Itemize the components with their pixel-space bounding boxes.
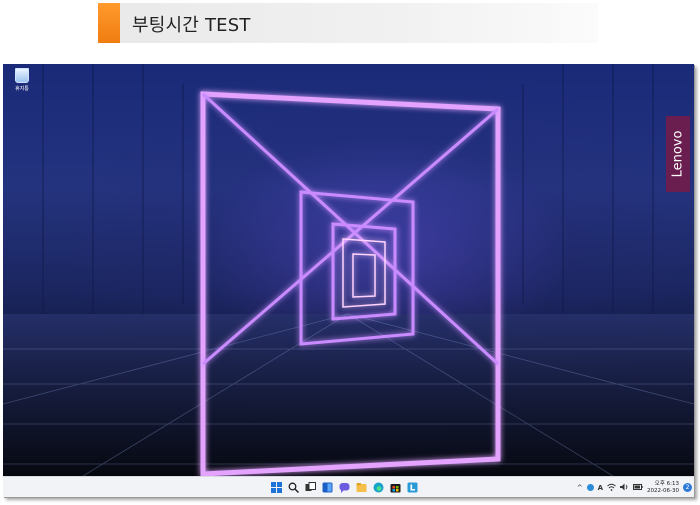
neon-corridor-art (3, 64, 694, 476)
file-explorer-icon[interactable] (354, 480, 368, 494)
ime-indicator[interactable]: A (598, 484, 603, 492)
desktop-wallpaper: 휴지통 Lenovo (3, 64, 694, 476)
battery-icon[interactable] (633, 483, 643, 492)
recycle-bin-icon (15, 68, 29, 83)
header-accent-bar (98, 3, 120, 43)
edge-icon[interactable] (371, 480, 385, 494)
wifi-icon[interactable] (607, 483, 616, 493)
volume-icon[interactable] (620, 483, 629, 493)
chevron-up-icon[interactable]: ^ (577, 484, 583, 492)
windows-start-icon[interactable] (269, 480, 283, 494)
store-icon[interactable] (388, 480, 402, 494)
clock-date: 2022-06-30 (647, 487, 679, 494)
lenovo-brand-badge: Lenovo (666, 116, 690, 192)
recycle-bin-shortcut[interactable]: 휴지통 (11, 68, 33, 92)
section-header: 부팅시간 TEST (98, 3, 598, 43)
task-view-icon[interactable] (303, 480, 317, 494)
recycle-bin-label: 휴지통 (15, 86, 29, 92)
clock-time: 오후 6:13 (654, 480, 679, 487)
taskbar-apps (269, 480, 419, 495)
header-title: 부팅시간 TEST (132, 15, 251, 36)
notification-badge[interactable]: 2 (683, 483, 692, 492)
widgets-icon[interactable] (320, 480, 334, 494)
lenovo-logo-text: Lenovo (670, 130, 686, 178)
chat-icon[interactable] (337, 480, 351, 494)
desktop-screenshot: 휴지통 Lenovo ^ A 오후 6:13 2022-06-30 2 (3, 64, 694, 497)
system-tray: ^ A 오후 6:13 2022-06-30 2 (577, 479, 692, 496)
taskbar-clock[interactable]: 오후 6:13 2022-06-30 (647, 481, 679, 495)
taskbar: ^ A 오후 6:13 2022-06-30 2 (3, 476, 694, 497)
search-icon[interactable] (286, 480, 300, 494)
lenovo-vantage-icon[interactable] (405, 480, 419, 494)
tray-app-icon[interactable] (586, 484, 594, 491)
